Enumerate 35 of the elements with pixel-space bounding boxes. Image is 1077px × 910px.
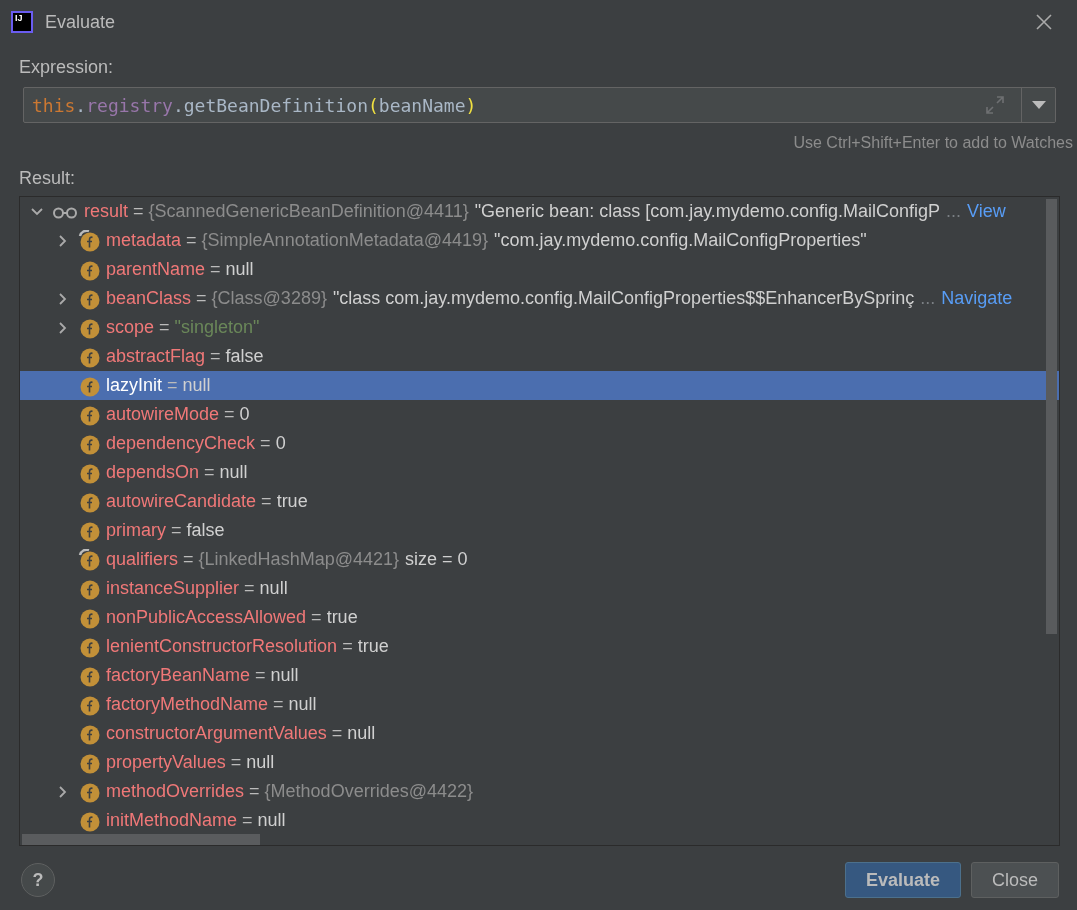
tree-row[interactable]: autowireCandidate = true (20, 487, 1059, 516)
evaluate-button[interactable]: Evaluate (844, 862, 961, 898)
tree-row[interactable]: lazyInit = null (20, 371, 1059, 400)
scrollbar[interactable] (22, 834, 260, 845)
tree-row[interactable]: factoryMethodName = null (20, 690, 1059, 719)
close-button[interactable]: Close (970, 862, 1059, 898)
help-button[interactable]: ? (21, 863, 55, 897)
tree-row[interactable]: dependsOn = null (20, 458, 1059, 487)
scrollbar[interactable] (1046, 199, 1057, 634)
dropdown-button[interactable] (1021, 88, 1055, 122)
tree-row[interactable]: lenientConstructorResolution = true (20, 632, 1059, 661)
tree-row[interactable]: nonPublicAccessAllowed = true (20, 603, 1059, 632)
tree-row[interactable]: beanClass = {Class@3289} "class com.jay.mydemo.config.MailConfigProperties$$EnhancerBySprinç ... Navigate (20, 284, 1059, 313)
hint-text: Use Ctrl+Shift+Enter to add to Watches (792, 133, 1073, 153)
caret-icon (1031, 101, 1046, 109)
window-title: Evaluate (45, 10, 116, 34)
tree-row[interactable]: abstractFlag = false (20, 342, 1059, 371)
tree-row[interactable]: initMethodName = null (20, 806, 1059, 835)
expression-field[interactable]: this.registry.getBeanDefinition(beanName) (23, 87, 1056, 123)
tree-row[interactable]: constructorArgumentValues = null (20, 719, 1059, 748)
result-label: Result: (19, 167, 77, 190)
tree-row[interactable]: primary = false (20, 516, 1059, 545)
tree-row[interactable]: metadata = {SimpleAnnotationMetadata@4419} "com.jay.mydemo.config.MailConfigProperties" (20, 226, 1059, 255)
tree-row[interactable]: qualifiers = {LinkedHashMap@4421} size = 0 (20, 545, 1059, 574)
tree-row[interactable]: scope = "singleton" (20, 313, 1059, 342)
tree-row[interactable]: result = {ScannedGenericBeanDefinition@4411} "Generic bean: class [com.jay.mydemo.config.MailConfigP ... View (20, 197, 1059, 226)
tree-row[interactable]: instanceSupplier = null (20, 574, 1059, 603)
expression-label: Expression: (19, 56, 115, 79)
tree-row[interactable]: dependencyCheck = 0 (20, 429, 1059, 458)
tree-row[interactable]: methodOverrides = {MethodOverrides@4422} (20, 777, 1059, 806)
app-logo: IJ (11, 11, 33, 33)
tree-row[interactable]: factoryBeanName = null (20, 661, 1059, 690)
tree-row[interactable]: parentName = null (20, 255, 1059, 284)
tree-row[interactable]: autowireMode = 0 (20, 400, 1059, 429)
tree-row[interactable]: propertyValues = null (20, 748, 1059, 777)
